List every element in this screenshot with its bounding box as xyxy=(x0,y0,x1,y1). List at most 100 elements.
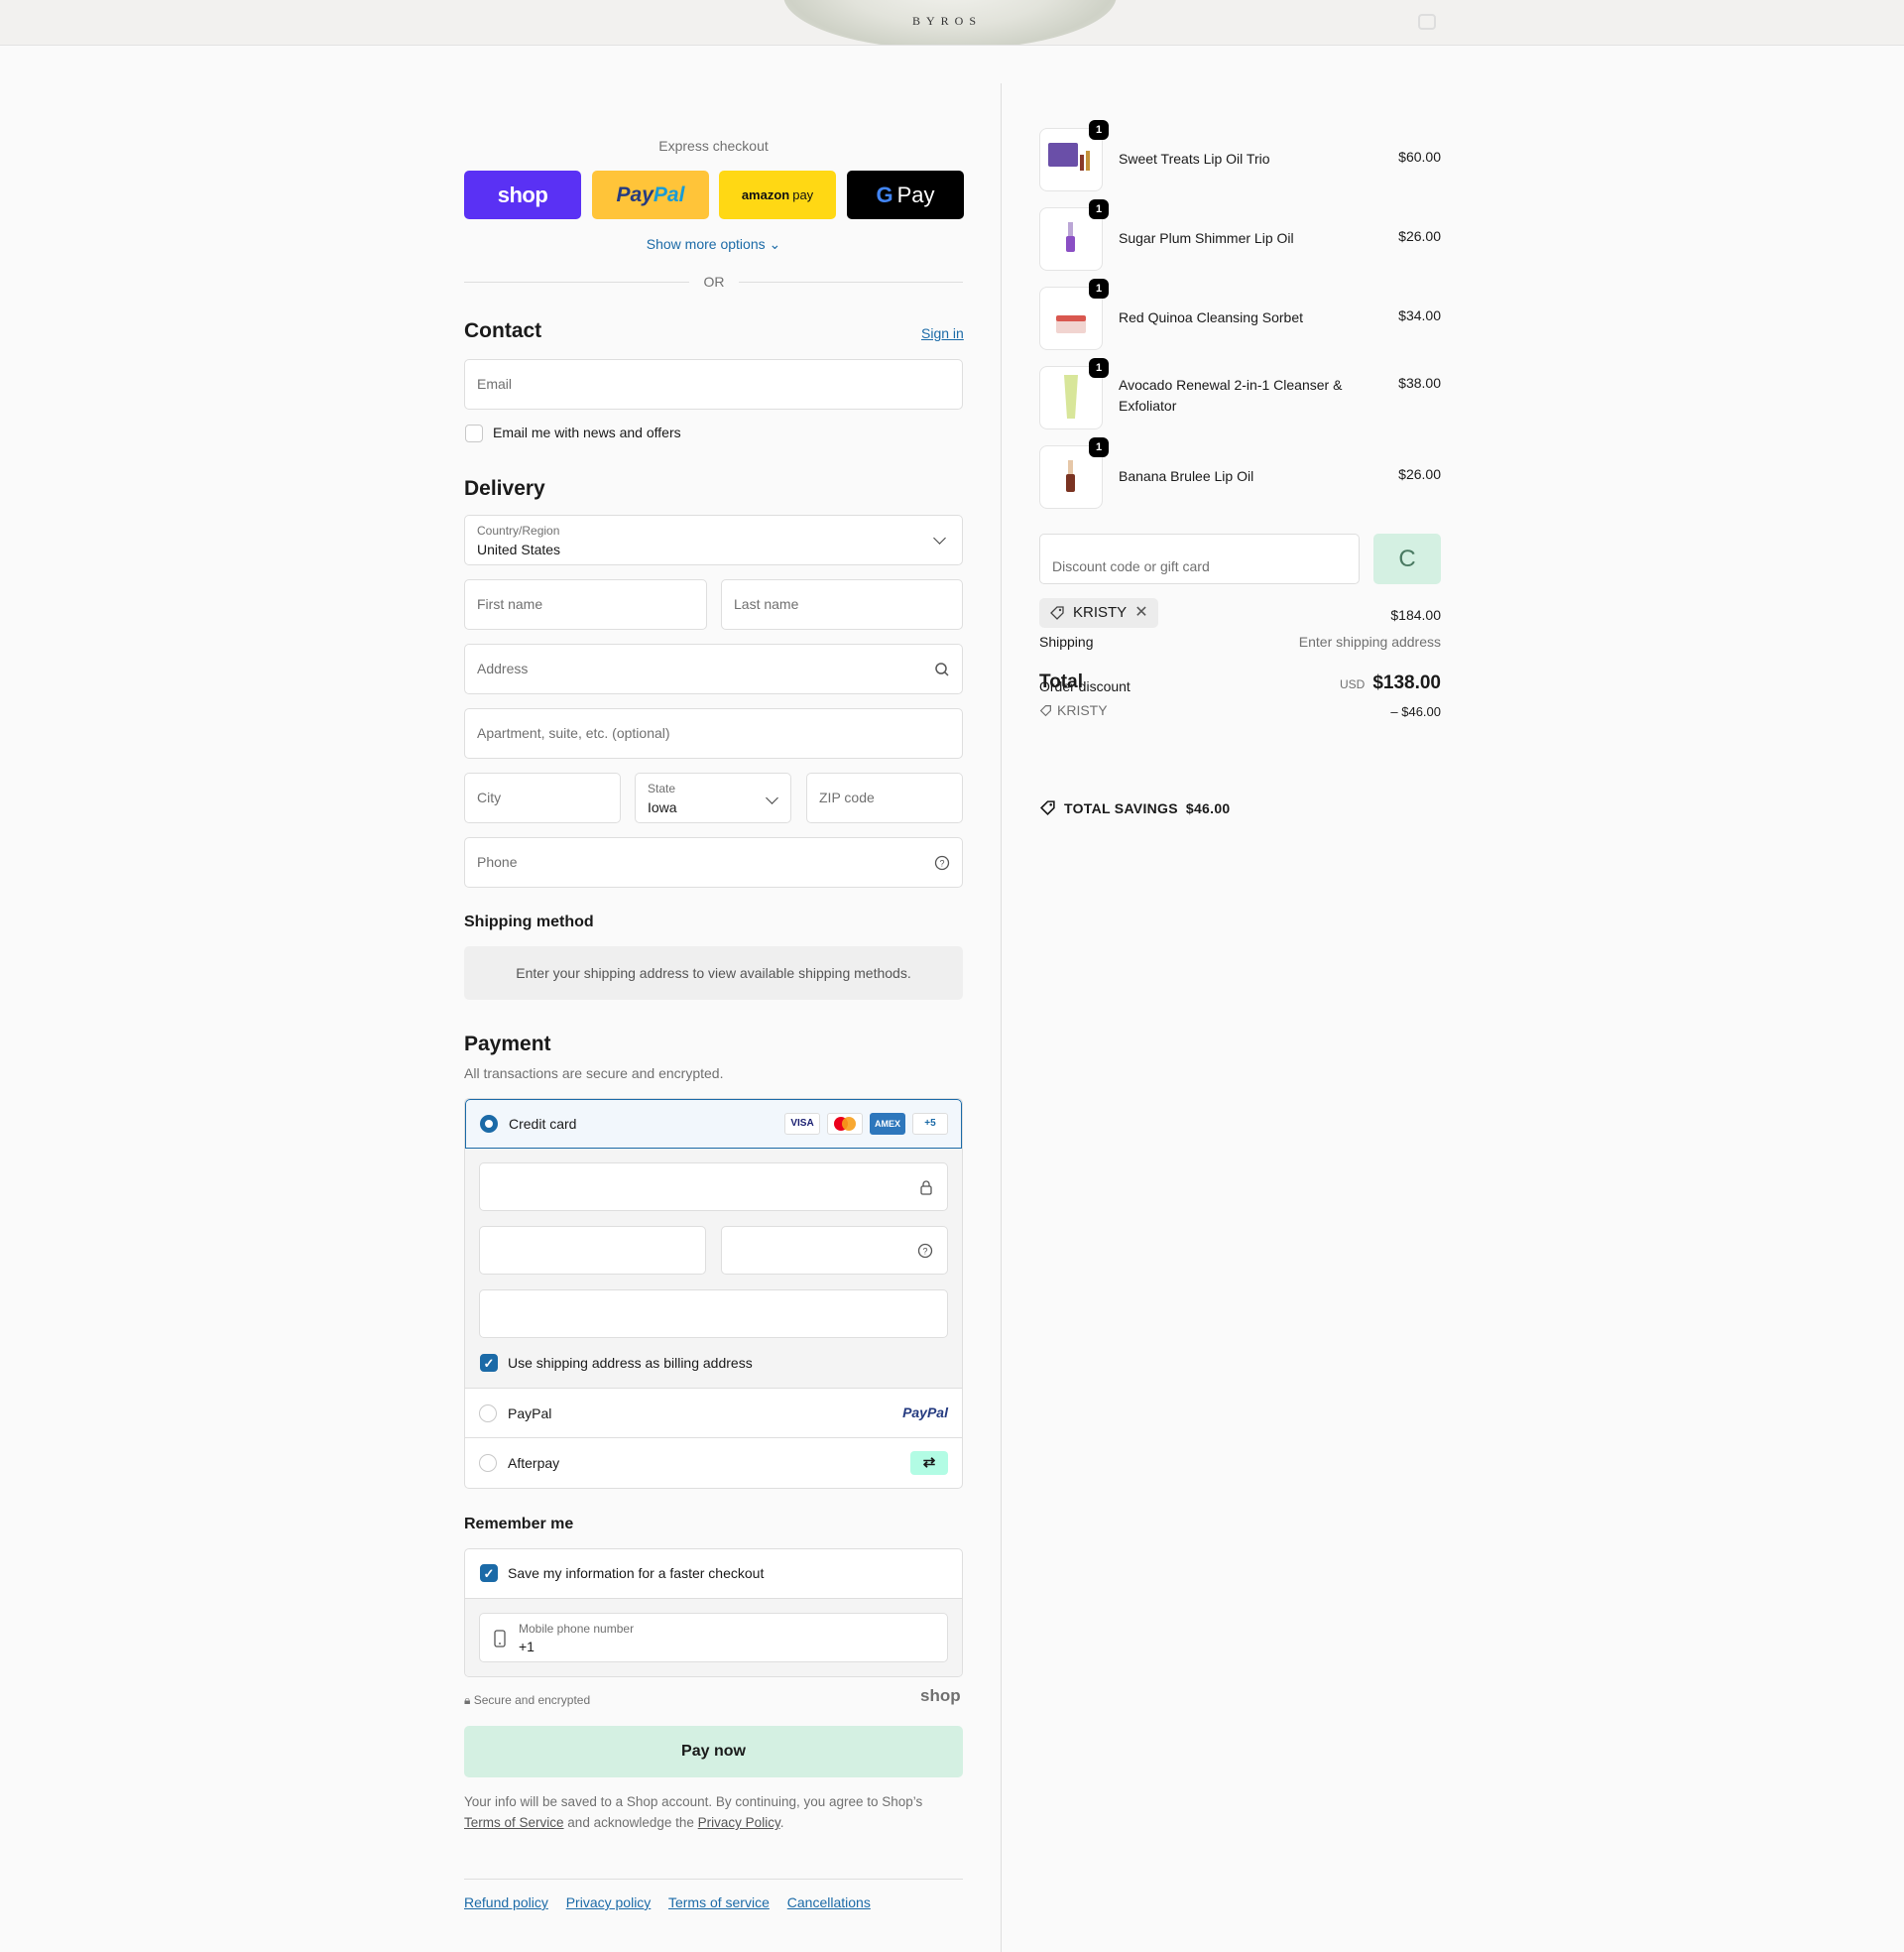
cart-item: 1 Banana Brulee Lip Oil $26.00 xyxy=(1039,437,1441,511)
country-value: United States xyxy=(477,542,561,557)
contact-heading: Contact xyxy=(464,319,542,342)
mobile-phone-value: +1 xyxy=(519,1639,535,1654)
sign-in-link[interactable]: Sign in xyxy=(921,325,964,341)
item-price: $38.00 xyxy=(1398,375,1441,391)
shipping-method-notice: Enter your shipping address to view avai… xyxy=(464,946,963,1000)
paypal-label-pay: Pay xyxy=(616,183,654,206)
show-more-label: Show more options xyxy=(646,236,766,252)
privacy-policy-footer-link[interactable]: Privacy policy xyxy=(566,1894,652,1910)
paypal-option[interactable]: PayPal PayPal xyxy=(465,1389,962,1438)
discount-code-label: KRISTY xyxy=(1073,604,1128,621)
item-name: Sweet Treats Lip Oil Trio xyxy=(1119,151,1270,167)
billing-address-label: Use shipping address as billing address xyxy=(508,1355,753,1371)
amex-icon: AMEX xyxy=(870,1113,905,1135)
paypal-label-pal: Pal xyxy=(653,183,685,206)
or-label: OR xyxy=(703,274,725,290)
shop-logo: shop xyxy=(920,1686,961,1705)
credit-card-option[interactable]: Credit card VISA AMEX +5 xyxy=(465,1099,962,1149)
show-more-options-link[interactable]: Show more options ⌄ xyxy=(464,236,963,253)
card-number-field[interactable] xyxy=(479,1162,948,1211)
billing-address-checkbox[interactable]: ✓ xyxy=(480,1354,498,1372)
total-savings-value: $46.00 xyxy=(1185,799,1231,816)
afterpay-icon: ⇄ xyxy=(910,1451,948,1475)
terms-of-service-link[interactable]: Terms of Service xyxy=(464,1815,564,1830)
payment-methods: Credit card VISA AMEX +5 ? ✓ Use shippin… xyxy=(464,1098,963,1489)
apply-discount-button[interactable]: C xyxy=(1373,534,1441,584)
applied-discount-row: KRISTY xyxy=(1039,702,1108,718)
help-icon[interactable]: ? xyxy=(917,1243,933,1259)
first-name-field[interactable]: First name xyxy=(464,579,707,630)
chevron-down-icon xyxy=(766,792,778,804)
afterpay-radio[interactable] xyxy=(479,1454,497,1472)
cart-item: 1 Avocado Renewal 2-in-1 Cleanser & Exfo… xyxy=(1039,358,1441,445)
paypal-radio[interactable] xyxy=(479,1404,497,1422)
shop-pay-button[interactable]: shop xyxy=(464,171,581,219)
mobile-phone-label: Mobile phone number xyxy=(519,1622,635,1636)
news-offers-checkbox[interactable] xyxy=(465,425,483,442)
phone-field[interactable]: Phone ? xyxy=(464,837,963,888)
remember-me-heading: Remember me xyxy=(464,1516,574,1532)
total-amount: USD $138.00 xyxy=(1340,672,1441,694)
privacy-policy-link[interactable]: Privacy Policy xyxy=(698,1815,780,1830)
expiration-date-field[interactable] xyxy=(479,1226,706,1275)
terms-of-service-footer-link[interactable]: Terms of service xyxy=(668,1894,770,1910)
mobile-phone-field[interactable]: Mobile phone number +1 xyxy=(479,1613,948,1662)
phone-placeholder: Phone xyxy=(477,854,518,870)
name-on-card-field[interactable] xyxy=(479,1289,948,1338)
google-g-icon: G xyxy=(876,182,893,207)
news-offers-label: Email me with news and offers xyxy=(493,425,681,440)
city-field[interactable]: City xyxy=(464,773,621,823)
item-price: $60.00 xyxy=(1398,149,1441,165)
shop-pay-label: shop xyxy=(497,182,548,207)
quantity-badge: 1 xyxy=(1089,437,1109,457)
or-divider-left xyxy=(464,282,689,283)
discount-code-field[interactable]: Discount code or gift card xyxy=(1039,534,1360,584)
state-select[interactable]: State Iowa xyxy=(635,773,791,823)
cancellations-link[interactable]: Cancellations xyxy=(787,1894,871,1910)
secure-encrypted-note: 🔒︎ Secure and encrypted xyxy=(464,1693,590,1708)
country-label: Country/Region xyxy=(477,524,560,538)
help-icon[interactable]: ? xyxy=(934,855,950,871)
remove-discount-icon[interactable]: ✕ xyxy=(1134,598,1147,628)
address-field[interactable]: Address xyxy=(464,644,963,694)
item-price: $26.00 xyxy=(1398,228,1441,244)
security-code-field[interactable]: ? xyxy=(721,1226,948,1275)
tag-icon xyxy=(1039,704,1051,716)
paypal-label: PayPal xyxy=(508,1405,552,1421)
search-icon xyxy=(935,663,949,676)
email-placeholder: Email xyxy=(477,376,513,392)
country-select[interactable]: Country/Region United States xyxy=(464,515,963,565)
credit-card-radio[interactable] xyxy=(480,1115,498,1133)
refund-policy-link[interactable]: Refund policy xyxy=(464,1894,548,1910)
tag-icon xyxy=(1039,800,1055,816)
bag-icon[interactable] xyxy=(1418,14,1436,30)
remember-me-form: Mobile phone number +1 xyxy=(465,1598,962,1676)
cart-item: 1 Red Quinoa Cleansing Sorbet $34.00 xyxy=(1039,279,1441,352)
city-placeholder: City xyxy=(477,790,502,805)
save-info-checkbox[interactable]: ✓ xyxy=(480,1564,498,1582)
paypal-logo: PayPal xyxy=(902,1404,948,1420)
svg-text:?: ? xyxy=(939,859,944,869)
quantity-badge: 1 xyxy=(1089,120,1109,140)
afterpay-option[interactable]: Afterpay ⇄ xyxy=(465,1438,962,1488)
apartment-field[interactable]: Apartment, suite, etc. (optional) xyxy=(464,708,963,759)
last-name-field[interactable]: Last name xyxy=(721,579,963,630)
legal-text-b: and acknowledge the xyxy=(567,1815,694,1830)
currency-label: USD xyxy=(1339,677,1366,691)
mobile-phone-icon xyxy=(494,1630,506,1647)
chevron-down-icon xyxy=(933,532,946,545)
google-pay-button[interactable]: G Pay xyxy=(847,171,964,219)
email-field[interactable]: Email xyxy=(464,359,963,410)
cart-item: 1 Sugar Plum Shimmer Lip Oil $26.00 xyxy=(1039,199,1441,273)
paypal-express-button[interactable]: Pay Pal xyxy=(592,171,709,219)
express-checkout-title: Express checkout xyxy=(658,138,769,154)
amazon-pay-button[interactable]: amazon pay xyxy=(719,171,836,219)
pay-now-button[interactable]: Pay now xyxy=(464,1726,963,1777)
total-savings-label: TOTAL SAVINGS xyxy=(1064,799,1178,816)
lock-icon xyxy=(920,1180,932,1195)
item-name: Banana Brulee Lip Oil xyxy=(1119,468,1254,484)
delivery-heading: Delivery xyxy=(464,477,545,500)
brand-logo[interactable]: BYROS xyxy=(912,14,982,29)
zip-field[interactable]: ZIP code xyxy=(806,773,963,823)
item-price: $26.00 xyxy=(1398,466,1441,482)
